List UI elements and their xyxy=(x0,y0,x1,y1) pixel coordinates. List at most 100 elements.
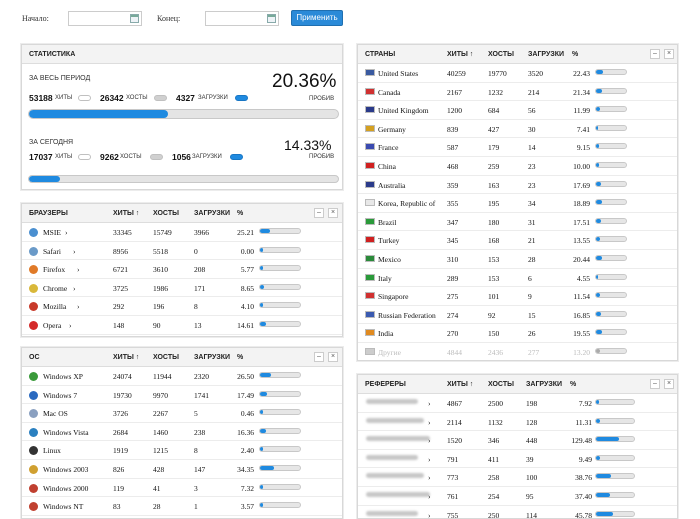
countries-row[interactable]: United States 40259 19770 3520 22.43 xyxy=(358,64,677,83)
browsers-row[interactable]: Mozilla › 292 196 8 4.10 xyxy=(22,297,342,316)
row-name[interactable]: Windows XP xyxy=(43,372,83,381)
row-name[interactable]: Germany xyxy=(378,125,406,134)
start-date-input[interactable] xyxy=(68,11,142,26)
row-name[interactable]: Korea, Republic of xyxy=(378,199,435,208)
chevron-right-icon[interactable]: › xyxy=(65,228,68,237)
close-button[interactable]: × xyxy=(328,352,338,362)
calendar-icon[interactable] xyxy=(130,14,139,23)
chevron-right-icon[interactable]: › xyxy=(69,321,72,330)
row-name[interactable]: Windows 7 xyxy=(43,391,77,400)
col-percent[interactable]: % xyxy=(237,354,243,361)
chevron-right-icon[interactable]: › xyxy=(428,473,431,482)
col-loads[interactable]: ЗАГРУЗКИ xyxy=(194,354,230,361)
row-name[interactable]: Mac OS xyxy=(43,409,68,418)
browsers-row[interactable]: Firefox › 6721 3610 208 5.77 xyxy=(22,260,342,279)
referrers-row[interactable]: › 773 258 100 38.76 xyxy=(358,468,677,487)
countries-row[interactable]: Germany 839 427 30 7.41 xyxy=(358,120,677,139)
chevron-right-icon[interactable]: › xyxy=(428,399,431,408)
chevron-right-icon[interactable]: › xyxy=(428,455,431,464)
col-percent[interactable]: % xyxy=(237,210,243,217)
countries-row[interactable]: Brazil 347 180 31 17.51 xyxy=(358,213,677,232)
countries-row[interactable]: Turkey 345 168 21 13.55 xyxy=(358,231,677,250)
countries-row[interactable]: Korea, Republic of 355 195 34 18.89 xyxy=(358,194,677,213)
col-hits[interactable]: ХИТЫ ↑ xyxy=(447,51,473,58)
chevron-right-icon[interactable]: › xyxy=(73,247,76,256)
row-name[interactable]: United States xyxy=(378,69,418,78)
referrer-url[interactable] xyxy=(366,399,418,404)
os-row[interactable]: Windows 2000 119 41 3 7.32 xyxy=(22,479,342,498)
col-percent[interactable]: % xyxy=(572,51,578,58)
col-hosts[interactable]: ХОСТЫ xyxy=(488,51,514,58)
row-name[interactable]: Safari xyxy=(43,247,61,256)
countries-row[interactable]: Russian Federation 274 92 15 16.85 xyxy=(358,306,677,325)
col-hits[interactable]: ХИТЫ ↑ xyxy=(113,354,139,361)
minimize-button[interactable]: – xyxy=(314,352,324,362)
row-name[interactable]: Windows Vista xyxy=(43,428,89,437)
row-name[interactable]: Russian Federation xyxy=(378,311,436,320)
chevron-right-icon[interactable]: › xyxy=(73,284,76,293)
referrer-url[interactable] xyxy=(366,417,424,423)
col-percent[interactable]: % xyxy=(570,381,576,388)
chevron-right-icon[interactable]: › xyxy=(428,511,431,518)
row-name[interactable]: India xyxy=(378,329,393,338)
countries-row[interactable]: United Kingdom 1200 684 56 11.99 xyxy=(358,101,677,120)
referrers-row[interactable]: › 1520 346 448 129.48 xyxy=(358,431,677,450)
row-name[interactable]: Firefox xyxy=(43,265,65,274)
chevron-right-icon[interactable]: › xyxy=(428,418,431,427)
row-name[interactable]: Chrome xyxy=(43,284,67,293)
close-button[interactable]: × xyxy=(328,208,338,218)
row-name[interactable]: Turkey xyxy=(378,236,399,245)
end-date-input[interactable] xyxy=(205,11,279,26)
os-row[interactable]: Windows XP 24074 11944 2320 26.50 xyxy=(22,367,342,386)
minimize-button[interactable]: – xyxy=(650,379,660,389)
row-name[interactable]: Другие xyxy=(378,348,401,357)
minimize-button[interactable]: – xyxy=(650,49,660,59)
row-name[interactable]: China xyxy=(378,162,396,171)
row-name[interactable]: Linux xyxy=(43,446,61,455)
calendar-icon[interactable] xyxy=(267,14,276,23)
col-hosts[interactable]: ХОСТЫ xyxy=(153,210,179,217)
countries-row[interactable]: India 270 150 26 19.55 xyxy=(358,324,677,343)
referrers-row[interactable]: › 2114 1132 128 11.31 xyxy=(358,413,677,432)
countries-row[interactable]: Australia 359 163 23 17.69 xyxy=(358,176,677,195)
close-button[interactable]: × xyxy=(664,379,674,389)
browsers-row[interactable]: Safari › 8956 5518 0 0.00 xyxy=(22,242,342,261)
referrers-row[interactable]: › 4867 2500 198 7.92 xyxy=(358,394,677,413)
browsers-row[interactable]: Opera › 148 90 13 14.61 xyxy=(22,316,342,335)
col-hits[interactable]: ХИТЫ ↑ xyxy=(447,381,473,388)
row-name[interactable]: France xyxy=(378,143,398,152)
row-name[interactable]: Canada xyxy=(378,88,401,97)
row-name[interactable]: Windows 2003 xyxy=(43,465,88,474)
hosts-toggle[interactable] xyxy=(150,154,163,160)
col-loads[interactable]: ЗАГРУЗКИ xyxy=(528,51,564,58)
chevron-right-icon[interactable]: › xyxy=(428,492,431,501)
os-row[interactable]: Mac OS 3726 2267 5 0.46 xyxy=(22,404,342,423)
chevron-right-icon[interactable]: › xyxy=(77,265,80,274)
countries-row[interactable]: Mexico 310 153 28 20.44 xyxy=(358,250,677,269)
os-row[interactable]: Windows 2003 826 428 147 34.35 xyxy=(22,460,342,479)
referrer-url[interactable] xyxy=(366,473,424,479)
minimize-button[interactable]: – xyxy=(314,208,324,218)
col-loads[interactable]: ЗАГРУЗКИ xyxy=(526,381,562,388)
row-name[interactable]: United Kingdom xyxy=(378,106,429,115)
countries-row[interactable]: Italy 289 153 6 4.55 xyxy=(358,269,677,288)
referrer-url[interactable] xyxy=(366,454,418,460)
row-name[interactable]: Windows 2000 xyxy=(43,484,88,493)
row-name[interactable]: Italy xyxy=(378,274,392,283)
countries-row[interactable]: Canada 2167 1232 214 21.34 xyxy=(358,83,677,102)
os-row[interactable]: Windows 7 19730 9970 1741 17.49 xyxy=(22,386,342,405)
row-name[interactable]: Brazil xyxy=(378,218,396,227)
chevron-right-icon[interactable]: › xyxy=(428,436,431,445)
hits-toggle[interactable] xyxy=(78,154,91,160)
os-row[interactable]: Windows Vista 2684 1460 238 16.36 xyxy=(22,423,342,442)
row-name[interactable]: Singapore xyxy=(378,292,408,301)
browsers-row[interactable]: MSIE › 33345 15749 3966 25.21 xyxy=(22,223,342,242)
referrer-url[interactable] xyxy=(366,436,430,442)
referrers-row[interactable]: › 791 411 39 9.49 xyxy=(358,450,677,469)
countries-row[interactable]: Другие 4844 2436 277 13.20 xyxy=(358,343,677,360)
countries-row[interactable]: China 468 259 23 10.00 xyxy=(358,157,677,176)
row-name[interactable]: Windows NT xyxy=(43,502,83,511)
os-row[interactable]: Windows NT 83 28 1 3.57 xyxy=(22,497,342,516)
row-name[interactable]: Australia xyxy=(378,181,406,190)
apply-button[interactable]: Применить xyxy=(291,10,343,26)
